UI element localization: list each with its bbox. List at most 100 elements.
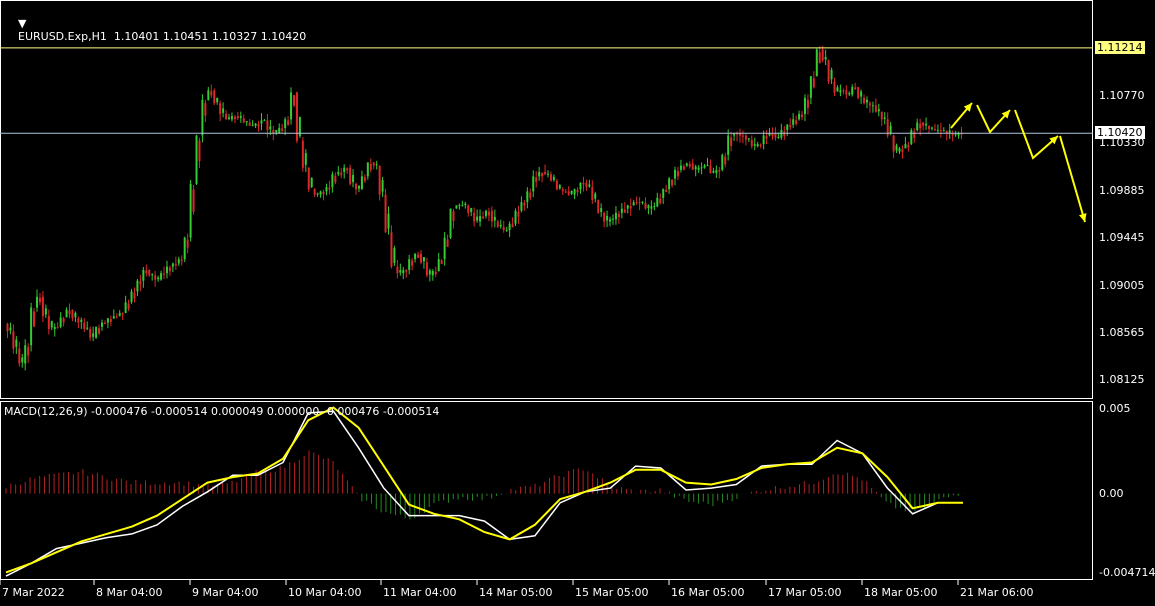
candle-body (222, 108, 225, 113)
candle-body (177, 259, 180, 264)
macd-signal-line (5, 406, 963, 574)
candle-body (431, 270, 434, 276)
candle-body (396, 266, 399, 274)
candle-body (15, 339, 18, 347)
candle-body (668, 178, 671, 190)
candle-body (812, 78, 815, 88)
candle-body (142, 269, 145, 281)
projection-arrow (1059, 135, 1086, 223)
candle-body (434, 271, 437, 275)
candle-body (419, 253, 422, 263)
candle-body (18, 348, 21, 364)
candle-body (712, 170, 715, 173)
candle-body (86, 327, 89, 329)
macd-header: MACD(12,26,9) -0.000476 -0.000514 0.0000… (4, 405, 440, 418)
candle-body (490, 210, 493, 222)
candle-body (74, 312, 77, 318)
candle-body (115, 316, 118, 318)
candle-body (614, 212, 617, 220)
candle-body (98, 328, 101, 334)
projection-arrow (976, 104, 1011, 134)
candle-body (626, 205, 629, 209)
candle-body (747, 138, 750, 140)
candle-body (851, 87, 854, 95)
candle-body (591, 187, 594, 200)
candle-body (228, 117, 231, 119)
candle-body (836, 87, 839, 92)
candle-body (390, 232, 393, 267)
candle-body (845, 90, 848, 95)
candle-body (281, 128, 284, 131)
price-tick-label: 1.10770 (1099, 88, 1145, 102)
collapse-triangle-icon[interactable]: ▼ (18, 17, 26, 30)
candle-body (89, 329, 92, 338)
candle-body (417, 254, 420, 258)
candle-body (576, 189, 579, 193)
candle-body (792, 119, 795, 125)
candle-body (523, 202, 526, 206)
candle-body (774, 133, 777, 138)
candle-body (570, 190, 573, 194)
candle-body (414, 253, 417, 260)
candle-body (889, 125, 892, 134)
candle-body (582, 183, 585, 185)
candle-body (561, 189, 564, 192)
candle-body (154, 275, 157, 280)
candle-body (148, 269, 151, 276)
trading-chart: ▼ EURUSD.Exp,H1 1.10401 1.10451 1.10327 … (0, 0, 1155, 603)
candle-body (544, 172, 547, 175)
price-tick-label: 1.09885 (1099, 183, 1145, 197)
candle-body (458, 205, 461, 207)
candle-body (233, 116, 236, 120)
candle-body (121, 313, 124, 315)
candle-body (151, 274, 154, 276)
candle-body (824, 56, 827, 60)
candle-body (118, 312, 121, 317)
candle-body (529, 192, 532, 198)
candle-body (744, 135, 747, 140)
candle-body (910, 130, 913, 145)
candle-body (549, 174, 552, 181)
candle-body (56, 327, 59, 329)
candle-body (455, 205, 458, 209)
candle-body (511, 224, 514, 228)
candle-body (106, 318, 109, 323)
candle-body (597, 200, 600, 213)
candle-body (266, 120, 269, 131)
candle-body (68, 310, 71, 315)
candle-body (620, 208, 623, 213)
candle-body (552, 177, 555, 180)
candle-body (198, 140, 201, 162)
candle-body (818, 52, 821, 64)
time-tick-label: 14 Mar 05:00 (479, 586, 553, 599)
candle-body (650, 206, 653, 209)
candle-body (112, 316, 115, 319)
candle-body (363, 177, 366, 181)
candle-body (641, 201, 644, 203)
candle-body (482, 216, 485, 219)
price-candles (6, 45, 963, 371)
candle-body (647, 205, 650, 208)
candle-body (80, 319, 83, 323)
symbol-header[interactable]: ▼ EURUSD.Exp,H1 1.10401 1.10451 1.10327 … (4, 4, 306, 56)
candle-body (676, 171, 679, 177)
candle-body (201, 99, 204, 136)
price-tag-bid: 1.10420 (1095, 126, 1145, 140)
candle-body (564, 191, 567, 193)
candle-body (700, 167, 703, 169)
candle-body (703, 165, 706, 168)
candle-body (756, 144, 759, 147)
candle-body (671, 179, 674, 186)
candle-body (337, 172, 340, 175)
candle-body (103, 322, 106, 325)
candle-body (682, 166, 685, 170)
candle-body (939, 130, 942, 132)
candle-body (9, 327, 12, 331)
candle-body (139, 281, 142, 285)
candle-body (304, 153, 307, 165)
candle-body (579, 182, 582, 190)
candle-body (287, 120, 290, 125)
candle-body (59, 317, 62, 327)
candle-body (594, 193, 597, 199)
candle-body (100, 322, 103, 327)
